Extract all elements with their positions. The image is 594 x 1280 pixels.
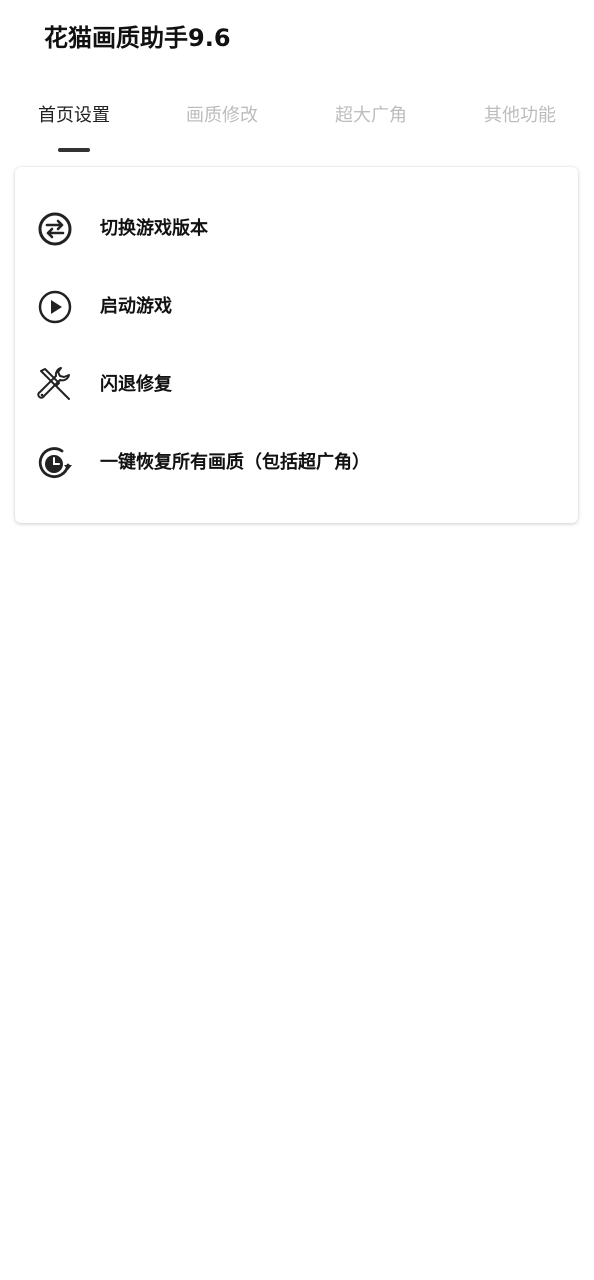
restore-clock-icon: [35, 443, 75, 483]
tab-wide-angle[interactable]: 超大广角: [297, 96, 445, 136]
play-circle-icon: [35, 287, 75, 327]
app-title: 花猫画质助手9.6: [44, 24, 231, 52]
restore-all-quality-label: 一键恢复所有画质（包括超广角）: [100, 452, 370, 473]
tab-other-features[interactable]: 其他功能: [446, 96, 594, 136]
switch-game-version-item[interactable]: 切换游戏版本: [15, 197, 578, 261]
restore-all-quality-item[interactable]: 一键恢复所有画质（包括超广角）: [15, 431, 578, 495]
swap-arrows-icon: [35, 209, 75, 249]
tools-repair-icon: [35, 365, 75, 405]
tab-quality-edit[interactable]: 画质修改: [148, 96, 296, 136]
launch-game-label: 启动游戏: [100, 296, 172, 317]
tab-bar: 首页设置 画质修改 超大广角 其他功能: [0, 96, 594, 156]
active-tab-indicator: [58, 148, 90, 152]
launch-game-item[interactable]: 启动游戏: [15, 275, 578, 339]
crash-fix-label: 闪退修复: [100, 374, 172, 395]
tab-home-settings[interactable]: 首页设置: [0, 96, 148, 136]
menu-card: 切换游戏版本 启动游戏 闪退修复 一键恢复所有画质（包括超广角）: [15, 167, 578, 523]
switch-game-version-label: 切换游戏版本: [100, 218, 208, 239]
crash-fix-item[interactable]: 闪退修复: [15, 353, 578, 417]
